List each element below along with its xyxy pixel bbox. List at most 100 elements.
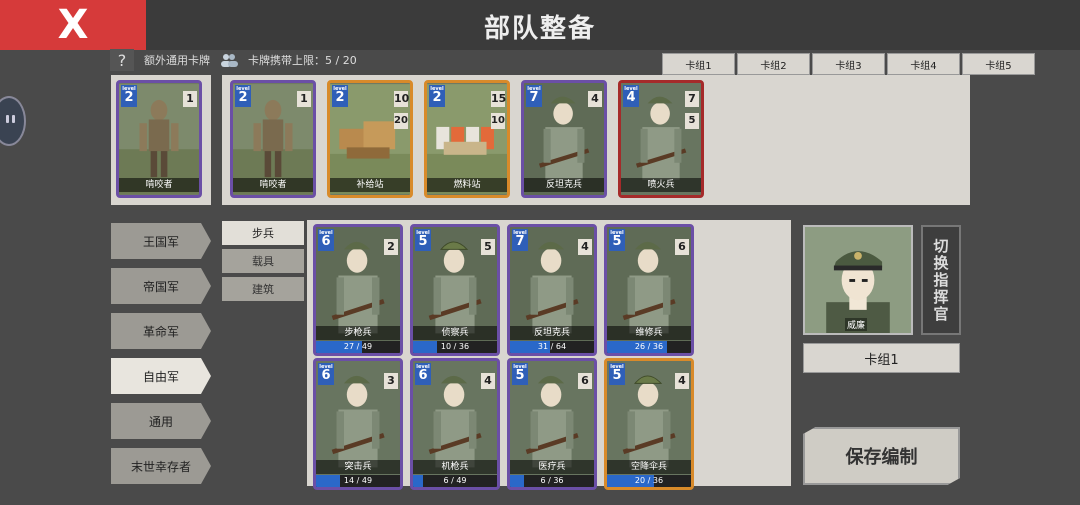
card-progress-bar: 27 / 49 bbox=[316, 341, 400, 353]
deck-name-field[interactable]: 卡组1 bbox=[803, 343, 960, 373]
card-name: 反坦克兵 bbox=[510, 326, 594, 340]
unit-card[interactable]: level 5 6 医疗兵 6 / 36 bbox=[507, 358, 597, 490]
people-icon bbox=[220, 53, 238, 67]
deck-tab-4[interactable]: 卡组4 bbox=[887, 53, 960, 75]
top-bar: X 部队整备 bbox=[0, 0, 1080, 50]
category-tab[interactable]: 载具 bbox=[222, 249, 304, 273]
level-badge: level 6 bbox=[318, 363, 334, 385]
secondary-cost-badge: 5 bbox=[685, 113, 699, 129]
card-progress-text: 20 / 36 bbox=[634, 476, 664, 485]
level-badge: level 2 bbox=[121, 85, 137, 107]
faction-tab[interactable]: 帝国军 bbox=[111, 268, 211, 304]
unit-card[interactable]: level 7 4 反坦克兵 31 / 64 bbox=[507, 224, 597, 356]
level-badge: level 6 bbox=[415, 363, 431, 385]
unit-card[interactable]: level 5 5 侦察兵 10 / 36 bbox=[410, 224, 500, 356]
deck-tabs: 卡组1 卡组2 卡组3 卡组4 卡组5 bbox=[662, 53, 1035, 75]
unit-card[interactable]: level 6 2 步枪兵 27 / 49 bbox=[313, 224, 403, 356]
extra-card[interactable]: level 2 1 啃咬者 bbox=[116, 80, 202, 198]
card-progress-bar: 6 / 36 bbox=[510, 475, 594, 487]
card-progress-text: 6 / 36 bbox=[540, 476, 564, 485]
card-grid: level 6 2 步枪兵 27 / 49 level 5 5 侦察兵 10 / 36 level 7… bbox=[307, 220, 791, 490]
card-progress-text: 27 / 49 bbox=[343, 342, 373, 351]
cost-badge: 5 bbox=[481, 239, 495, 255]
card-progress-text: 14 / 49 bbox=[343, 476, 373, 485]
deck-card[interactable]: level 4 7 5 喷火兵 bbox=[618, 80, 704, 198]
level-badge: level 2 bbox=[235, 85, 251, 107]
unit-card[interactable]: level 5 6 维修兵 26 / 36 bbox=[604, 224, 694, 356]
card-name: 医疗兵 bbox=[510, 460, 594, 474]
card-name: 机枪兵 bbox=[413, 460, 497, 474]
help-button[interactable]: ? bbox=[110, 49, 134, 71]
carry-limit-label: 卡牌携带上限： bbox=[248, 54, 325, 67]
pause-handle[interactable] bbox=[0, 96, 26, 146]
unit-card[interactable]: level 5 4 空降伞兵 20 / 36 bbox=[604, 358, 694, 490]
level-badge: level 2 bbox=[332, 85, 348, 107]
card-name: 空降伞兵 bbox=[607, 460, 691, 474]
cost-badge: 3 bbox=[384, 373, 398, 389]
cost-badge: 10 bbox=[394, 91, 410, 107]
level-badge: level 2 bbox=[429, 85, 445, 107]
deck-bar: level 2 1 啃咬者 level 2 10 20 补给站 level 2 15 10 燃料站 leve… bbox=[222, 75, 970, 205]
category-tab[interactable]: 建筑 bbox=[222, 277, 304, 301]
card-name: 反坦克兵 bbox=[524, 178, 604, 192]
card-progress-text: 31 / 64 bbox=[537, 342, 567, 351]
deck-tab-3[interactable]: 卡组3 bbox=[812, 53, 885, 75]
carry-limit-value: 5 / 20 bbox=[325, 54, 357, 67]
faction-tab[interactable]: 末世幸存者 bbox=[111, 448, 211, 484]
card-name: 啃咬者 bbox=[233, 178, 313, 192]
faction-tab[interactable]: 王国军 bbox=[111, 223, 211, 259]
card-progress-bar: 26 / 36 bbox=[607, 341, 691, 353]
level-badge: level 5 bbox=[415, 229, 431, 251]
extra-card-slot: level 2 1 啃咬者 bbox=[111, 75, 211, 205]
card-progress-text: 6 / 49 bbox=[443, 476, 467, 485]
unit-card[interactable]: level 6 4 机枪兵 6 / 49 bbox=[410, 358, 500, 490]
card-name: 步枪兵 bbox=[316, 326, 400, 340]
cost-badge: 1 bbox=[297, 91, 311, 107]
cost-badge: 6 bbox=[578, 373, 592, 389]
card-progress-text: 26 / 36 bbox=[634, 342, 664, 351]
card-name: 补给站 bbox=[330, 178, 410, 192]
faction-tab[interactable]: 通用 bbox=[111, 403, 211, 439]
cost-badge: 4 bbox=[578, 239, 592, 255]
deck-tab-2[interactable]: 卡组2 bbox=[737, 53, 810, 75]
level-badge: level 7 bbox=[512, 229, 528, 251]
secondary-cost-badge: 10 bbox=[491, 113, 505, 129]
cost-badge: 1 bbox=[183, 91, 197, 107]
cost-badge: 6 bbox=[675, 239, 689, 255]
card-name: 啃咬者 bbox=[119, 178, 199, 192]
save-formation-button[interactable]: 保存编制 bbox=[803, 427, 960, 485]
unit-card[interactable]: level 6 3 突击兵 14 / 49 bbox=[313, 358, 403, 490]
deck-card[interactable]: level 2 1 啃咬者 bbox=[230, 80, 316, 198]
cost-badge: 4 bbox=[675, 373, 689, 389]
deck-card[interactable]: level 2 15 10 燃料站 bbox=[424, 80, 510, 198]
faction-tab[interactable]: 革命军 bbox=[111, 313, 211, 349]
commander-portrait[interactable]: 威廉 bbox=[803, 225, 913, 335]
cost-badge: 2 bbox=[384, 239, 398, 255]
level-badge: level 7 bbox=[526, 85, 542, 107]
card-progress-text: 10 / 36 bbox=[440, 342, 470, 351]
category-tab[interactable]: 步兵 bbox=[222, 221, 304, 245]
cost-badge: 4 bbox=[588, 91, 602, 107]
level-badge: level 4 bbox=[623, 85, 639, 107]
level-badge: level 5 bbox=[512, 363, 528, 385]
card-progress-bar: 6 / 49 bbox=[413, 475, 497, 487]
card-progress-bar: 14 / 49 bbox=[316, 475, 400, 487]
cost-badge: 7 bbox=[685, 91, 699, 107]
page-title: 部队整备 bbox=[483, 14, 596, 44]
info-row: ? 额外通用卡牌 卡牌携带上限：5 / 20 bbox=[110, 49, 357, 71]
deck-tab-5[interactable]: 卡组5 bbox=[962, 53, 1035, 75]
card-name: 侦察兵 bbox=[413, 326, 497, 340]
deck-tab-1[interactable]: 卡组1 bbox=[662, 53, 735, 75]
card-name: 维修兵 bbox=[607, 326, 691, 340]
level-badge: level 6 bbox=[318, 229, 334, 251]
cost-badge: 4 bbox=[481, 373, 495, 389]
deck-card[interactable]: level 7 4 反坦克兵 bbox=[521, 80, 607, 198]
card-progress-bar: 31 / 64 bbox=[510, 341, 594, 353]
faction-tab[interactable]: 自由军 bbox=[111, 358, 211, 394]
switch-commander-button[interactable]: 切换指挥官 bbox=[921, 225, 961, 335]
card-progress-bar: 10 / 36 bbox=[413, 341, 497, 353]
level-badge: level 5 bbox=[609, 229, 625, 251]
secondary-cost-badge: 20 bbox=[394, 113, 408, 129]
extra-cards-label: 额外通用卡牌 bbox=[144, 54, 210, 67]
deck-card[interactable]: level 2 10 20 补给站 bbox=[327, 80, 413, 198]
